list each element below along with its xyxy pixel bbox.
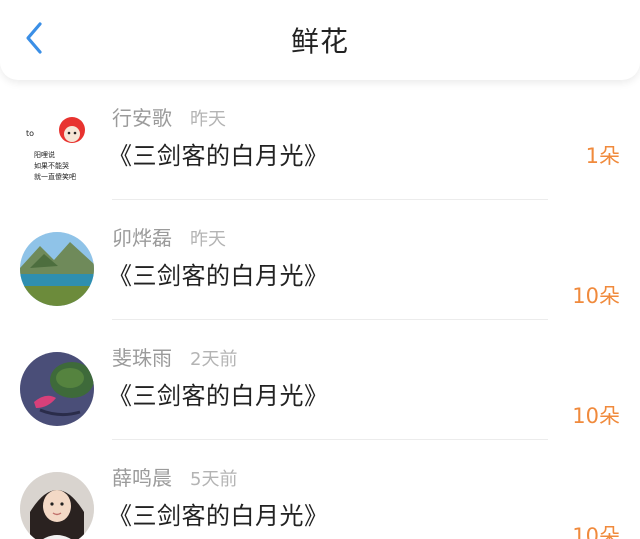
avatar-text: 阳哩说 xyxy=(34,150,55,159)
send-time: 2天前 xyxy=(190,349,238,370)
page-title: 鲜花 xyxy=(290,25,349,58)
send-time: 昨天 xyxy=(190,229,226,250)
flower-count: 10朵 xyxy=(572,404,620,428)
book-title: 《三剑客的白月光》 xyxy=(108,262,329,290)
flower-count: 10朵 xyxy=(572,524,620,539)
book-title: 《三剑客的白月光》 xyxy=(108,142,329,170)
flower-count: 10朵 xyxy=(572,284,620,308)
book-title: 《三剑客的白月光》 xyxy=(108,502,329,530)
sender-name: 薛鸣晨 xyxy=(112,466,172,490)
avatar-text: 如果不能哭 xyxy=(34,161,69,170)
avatar xyxy=(20,232,94,306)
sender-name: 斐珠雨 xyxy=(112,346,172,370)
avatar xyxy=(20,352,94,426)
avatar-text: 就一直傻笑吧 xyxy=(34,172,76,181)
avatar-text: to xyxy=(26,129,34,138)
sender-name: 卯烨磊 xyxy=(112,226,172,250)
avatar: to 阳哩说 如果不能哭 就一直傻笑吧 xyxy=(20,112,94,186)
item-meta: 薛鸣晨 5天前 xyxy=(112,462,237,491)
list-item[interactable]: 卯烨磊 昨天 《三剑客的白月光》 10朵 xyxy=(0,200,640,320)
flower-list-page: 鲜花 to 阳哩说 如果不能哭 就一直傻笑吧 行安歌 昨天 《三剑客的白月光》 … xyxy=(0,0,640,539)
flower-count: 1朵 xyxy=(585,144,620,168)
send-time: 5天前 xyxy=(190,469,238,490)
book-title: 《三剑客的白月光》 xyxy=(108,382,329,410)
item-meta: 斐珠雨 2天前 xyxy=(112,342,237,371)
sender-name: 行安歌 xyxy=(112,106,172,130)
flower-record-list: to 阳哩说 如果不能哭 就一直傻笑吧 行安歌 昨天 《三剑客的白月光》 1朵 xyxy=(0,80,640,539)
item-meta: 行安歌 昨天 xyxy=(112,102,226,131)
nav-header: 鲜花 xyxy=(0,0,640,80)
list-item[interactable]: to 阳哩说 如果不能哭 就一直傻笑吧 行安歌 昨天 《三剑客的白月光》 1朵 xyxy=(0,80,640,200)
send-time: 昨天 xyxy=(190,109,226,130)
list-item[interactable]: 薛鸣晨 5天前 《三剑客的白月光》 10朵 xyxy=(0,440,640,539)
item-meta: 卯烨磊 昨天 xyxy=(112,222,226,251)
avatar xyxy=(20,472,94,539)
list-item[interactable]: 斐珠雨 2天前 《三剑客的白月光》 10朵 xyxy=(0,320,640,440)
